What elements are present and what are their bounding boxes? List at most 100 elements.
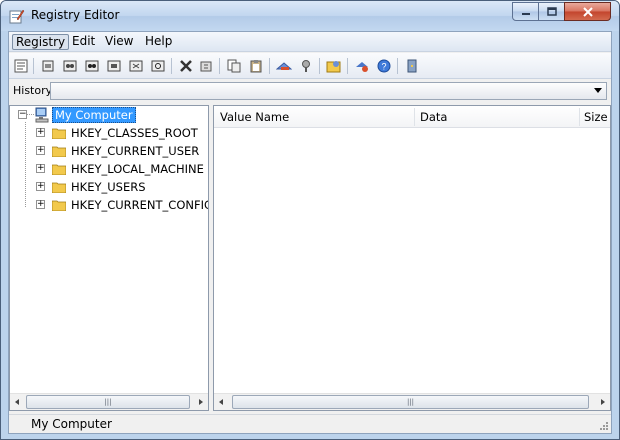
tree-label[interactable]: HKEY_LOCAL_MACHINE (71, 162, 204, 176)
tree-node-hkey-current-config[interactable]: + HKEY_CURRENT_CONFIG (10, 197, 208, 213)
minimize-icon (521, 12, 530, 15)
expand-toggle[interactable]: + (36, 200, 45, 209)
scroll-thumb[interactable]: ||| (26, 395, 190, 409)
tree-label[interactable]: HKEY_CLASSES_ROOT (71, 126, 198, 140)
scroll-right-icon[interactable] (601, 399, 605, 405)
expand-toggle[interactable]: + (36, 146, 45, 155)
export-icon (276, 62, 292, 70)
minimize-button[interactable] (512, 2, 539, 21)
menu-edit[interactable]: Edit (69, 34, 98, 50)
folder-icon (52, 128, 66, 139)
key-tree-pane[interactable]: − My Computer + HKEY_CLASSES_ROOT + HKEY… (9, 105, 209, 411)
tree-node-hkey-classes-root[interactable]: + HKEY_CLASSES_ROOT (10, 125, 208, 141)
favorites-icon (326, 61, 341, 73)
open-remote-button[interactable] (61, 57, 79, 75)
permissions-icon (356, 62, 368, 72)
tree-node-hkey-local-machine[interactable]: + HKEY_LOCAL_MACHINE (10, 161, 208, 177)
open-remote-icon (63, 60, 77, 72)
menu-bar: Registry Edit View Help (9, 32, 611, 52)
column-header: Value Name Data Size (214, 106, 610, 128)
permissions-button[interactable] (353, 57, 371, 75)
toolbar-separator (319, 58, 320, 74)
folder-icon (52, 182, 66, 193)
disconnect-button[interactable] (127, 57, 145, 75)
menu-view[interactable]: View (102, 34, 136, 50)
tree-node-my-computer[interactable]: − My Computer (10, 107, 208, 123)
disconnect-icon (129, 60, 143, 72)
exit-icon (407, 59, 417, 73)
exit-button[interactable] (403, 57, 421, 75)
tree-label-my-computer[interactable]: My Computer (52, 107, 136, 123)
close-button[interactable] (564, 2, 611, 21)
toolbar-separator (347, 58, 348, 74)
scroll-left-icon[interactable] (15, 399, 19, 405)
paste-icon (250, 60, 262, 73)
chevron-down-icon[interactable] (594, 88, 602, 93)
import-button[interactable] (297, 57, 315, 75)
help-icon: ? (377, 59, 391, 73)
resize-grip-icon[interactable] (599, 421, 609, 431)
column-divider[interactable] (414, 108, 415, 126)
tree-label[interactable]: HKEY_CURRENT_CONFIG (71, 198, 208, 212)
collapse-toggle[interactable]: − (18, 110, 27, 119)
export-button[interactable] (275, 57, 293, 75)
open-local-button[interactable] (39, 57, 57, 75)
delete-button[interactable] (177, 57, 195, 75)
toolbar-separator (219, 58, 220, 74)
history-combobox[interactable] (50, 82, 607, 100)
svg-text:?: ? (381, 62, 386, 72)
close-icon (582, 6, 593, 17)
computer-icon (35, 107, 49, 123)
open-remote-2-icon (85, 60, 99, 72)
toolbar-separator (171, 58, 172, 74)
rename-button[interactable] (197, 57, 215, 75)
copy-icon (227, 59, 241, 73)
tree-node-hkey-current-user[interactable]: + HKEY_CURRENT_USER (10, 143, 208, 159)
window-title: Registry Editor (31, 8, 120, 22)
toolbar-separator (397, 58, 398, 74)
column-divider[interactable] (579, 108, 580, 126)
history-label: History: (13, 84, 56, 97)
favorites-button[interactable] (325, 57, 343, 75)
column-data[interactable]: Data (420, 110, 447, 124)
tree-horizontal-scrollbar[interactable]: ||| (10, 393, 208, 410)
find-button[interactable] (149, 57, 167, 75)
status-text: My Computer (31, 417, 112, 431)
list-horizontal-scrollbar[interactable]: ||| (214, 393, 610, 410)
expand-toggle[interactable]: + (36, 128, 45, 137)
expand-toggle[interactable]: + (36, 182, 45, 191)
scroll-thumb[interactable]: ||| (232, 395, 589, 409)
registry-editor-app-icon (9, 9, 25, 24)
properties-button[interactable] (12, 57, 30, 75)
expand-toggle[interactable]: + (36, 164, 45, 173)
toolbar-separator (33, 58, 34, 74)
help-button[interactable]: ? (375, 57, 393, 75)
column-size[interactable]: Size (584, 110, 608, 124)
folder-icon (52, 146, 66, 157)
copy-button[interactable] (225, 57, 243, 75)
connect-button[interactable] (105, 57, 123, 75)
folder-icon (52, 164, 66, 175)
maximize-button[interactable] (538, 2, 565, 21)
rename-icon (200, 61, 212, 72)
title-bar[interactable]: Registry Editor (1, 1, 619, 31)
tree-label[interactable]: HKEY_CURRENT_USER (71, 144, 199, 158)
menu-registry[interactable]: Registry (12, 34, 70, 50)
paste-button[interactable] (247, 57, 265, 75)
menu-help[interactable]: Help (142, 34, 175, 50)
open-remote-2-button[interactable] (83, 57, 101, 75)
scroll-right-icon[interactable] (199, 399, 203, 405)
connect-icon (107, 60, 121, 72)
folder-icon (52, 200, 66, 211)
status-bar: My Computer (9, 414, 611, 433)
properties-icon (14, 59, 28, 73)
open-local-icon (42, 60, 54, 72)
scroll-left-icon[interactable] (219, 399, 223, 405)
column-value-name[interactable]: Value Name (220, 110, 289, 124)
values-list-pane[interactable]: Value Name Data Size ||| (213, 105, 611, 411)
tree-label[interactable]: HKEY_USERS (71, 180, 146, 194)
history-bar: History: (9, 80, 611, 102)
import-icon (302, 60, 310, 72)
tree-node-hkey-users[interactable]: + HKEY_USERS (10, 179, 208, 195)
registry-editor-window: Registry Editor Registry Edit View Help (0, 0, 620, 440)
